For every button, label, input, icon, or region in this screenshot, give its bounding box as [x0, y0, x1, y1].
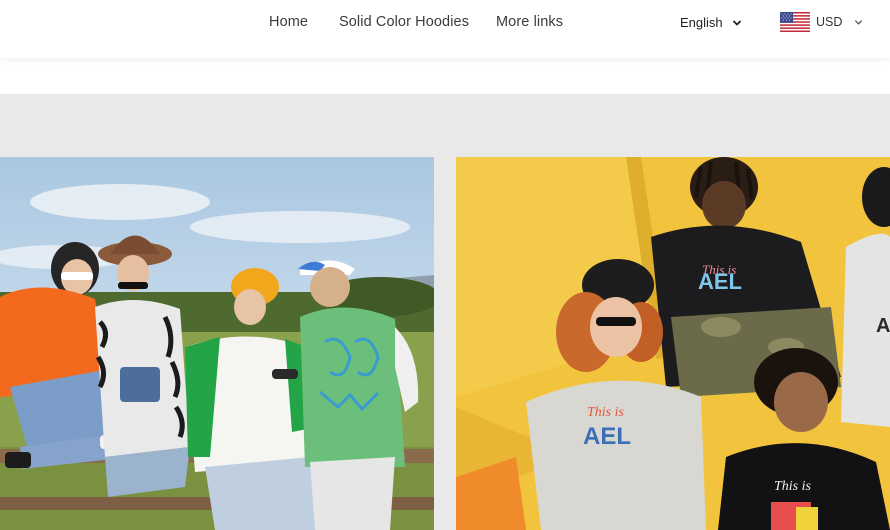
banner-image-group-outdoor[interactable]: [0, 157, 434, 530]
us-flag-icon: [780, 12, 810, 32]
nav-link-home[interactable]: Home: [269, 14, 308, 30]
site-header: Home Solid Color Hoodies More links Engl…: [0, 0, 890, 58]
print-text-this-is: This is: [774, 479, 812, 494]
print-text-ael: AEL: [583, 423, 631, 450]
nav-link-more-links[interactable]: More links: [496, 14, 563, 30]
print-text-ael: AEL: [698, 269, 742, 294]
language-selector[interactable]: English: [680, 15, 742, 30]
print-text-this-is: This is: [587, 405, 625, 420]
chevron-down-icon: [732, 19, 741, 26]
language-label: English: [680, 15, 723, 30]
group-yellow-wall-photo: This is AEL This is AEL This is A: [456, 157, 890, 530]
banner-image-group-yellow-wall[interactable]: This is AEL This is AEL This is A: [456, 157, 890, 530]
main-nav: Home Solid Color Hoodies More links: [0, 0, 890, 46]
currency-selector[interactable]: USD: [780, 12, 863, 32]
svg-text:A: A: [876, 315, 890, 337]
nav-link-solid-color-hoodies[interactable]: Solid Color Hoodies: [339, 14, 469, 30]
chevron-down-icon: [855, 19, 863, 25]
group-outdoor-fence-photo: [0, 157, 434, 530]
currency-label: USD: [816, 15, 843, 29]
